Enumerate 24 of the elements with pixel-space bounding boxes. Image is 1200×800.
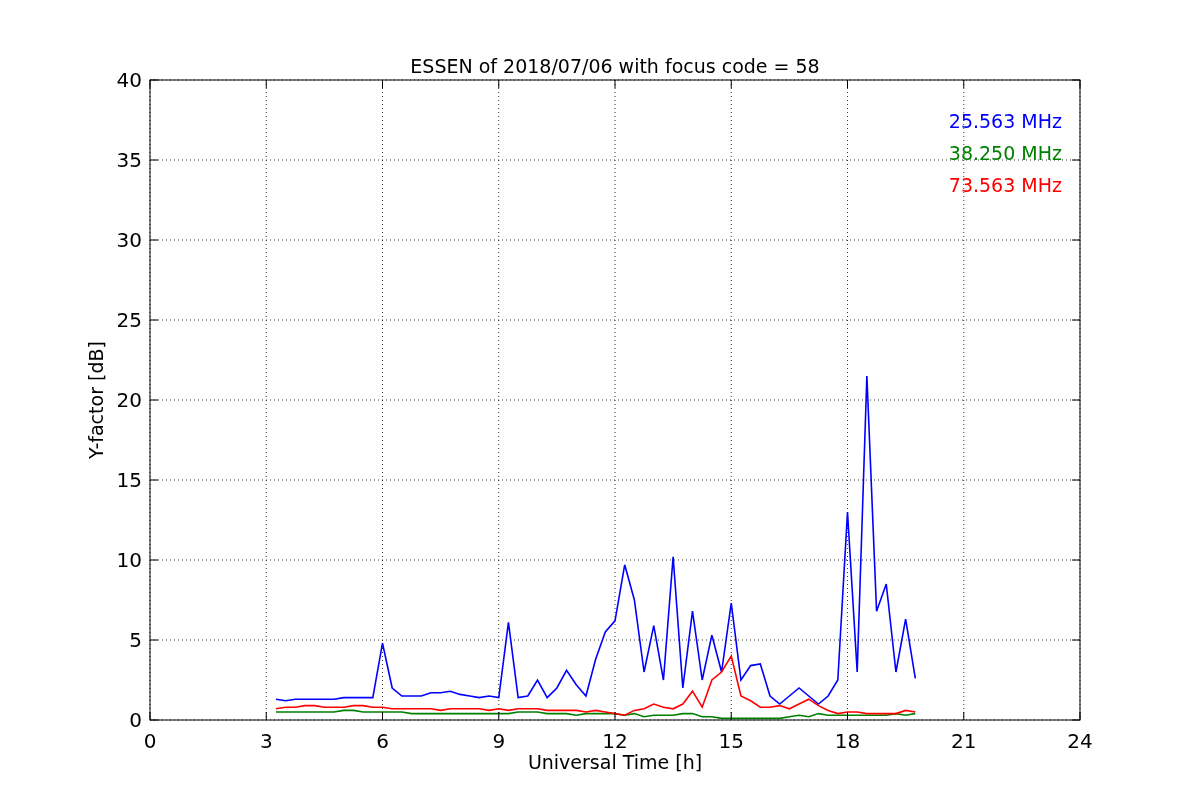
tick-label: 15 xyxy=(116,468,142,492)
tick-label: 35 xyxy=(116,148,142,172)
tick-label: 12 xyxy=(602,729,628,753)
axis-title: Y-factor [dB] xyxy=(85,341,107,459)
tick-label: 5 xyxy=(129,628,142,652)
tick-label: 15 xyxy=(718,729,744,753)
tick-label: 0 xyxy=(129,708,142,732)
tick-label: 10 xyxy=(116,548,142,572)
legend-label: 38.250 MHz xyxy=(948,142,1062,164)
tick-label: 0 xyxy=(143,729,157,753)
chart-title: ESSEN of 2018/07/06 with focus code = 58 xyxy=(410,55,820,77)
legend-label: 73.563 MHz xyxy=(948,174,1062,196)
tick-label: 20 xyxy=(116,388,142,412)
tick-label: 9 xyxy=(492,729,506,753)
tick-label: 3 xyxy=(259,729,273,753)
axis-title: Universal Time [h] xyxy=(527,751,703,773)
tick-label: 24 xyxy=(1067,729,1093,753)
tick-label: 6 xyxy=(376,729,389,753)
tick-label: 21 xyxy=(951,729,977,753)
tick-label: 40 xyxy=(116,68,142,92)
legend-label: 25.563 MHz xyxy=(948,110,1062,132)
tick-label: 18 xyxy=(834,729,861,753)
tick-label: 25 xyxy=(116,308,142,332)
tick-label: 30 xyxy=(116,228,142,252)
